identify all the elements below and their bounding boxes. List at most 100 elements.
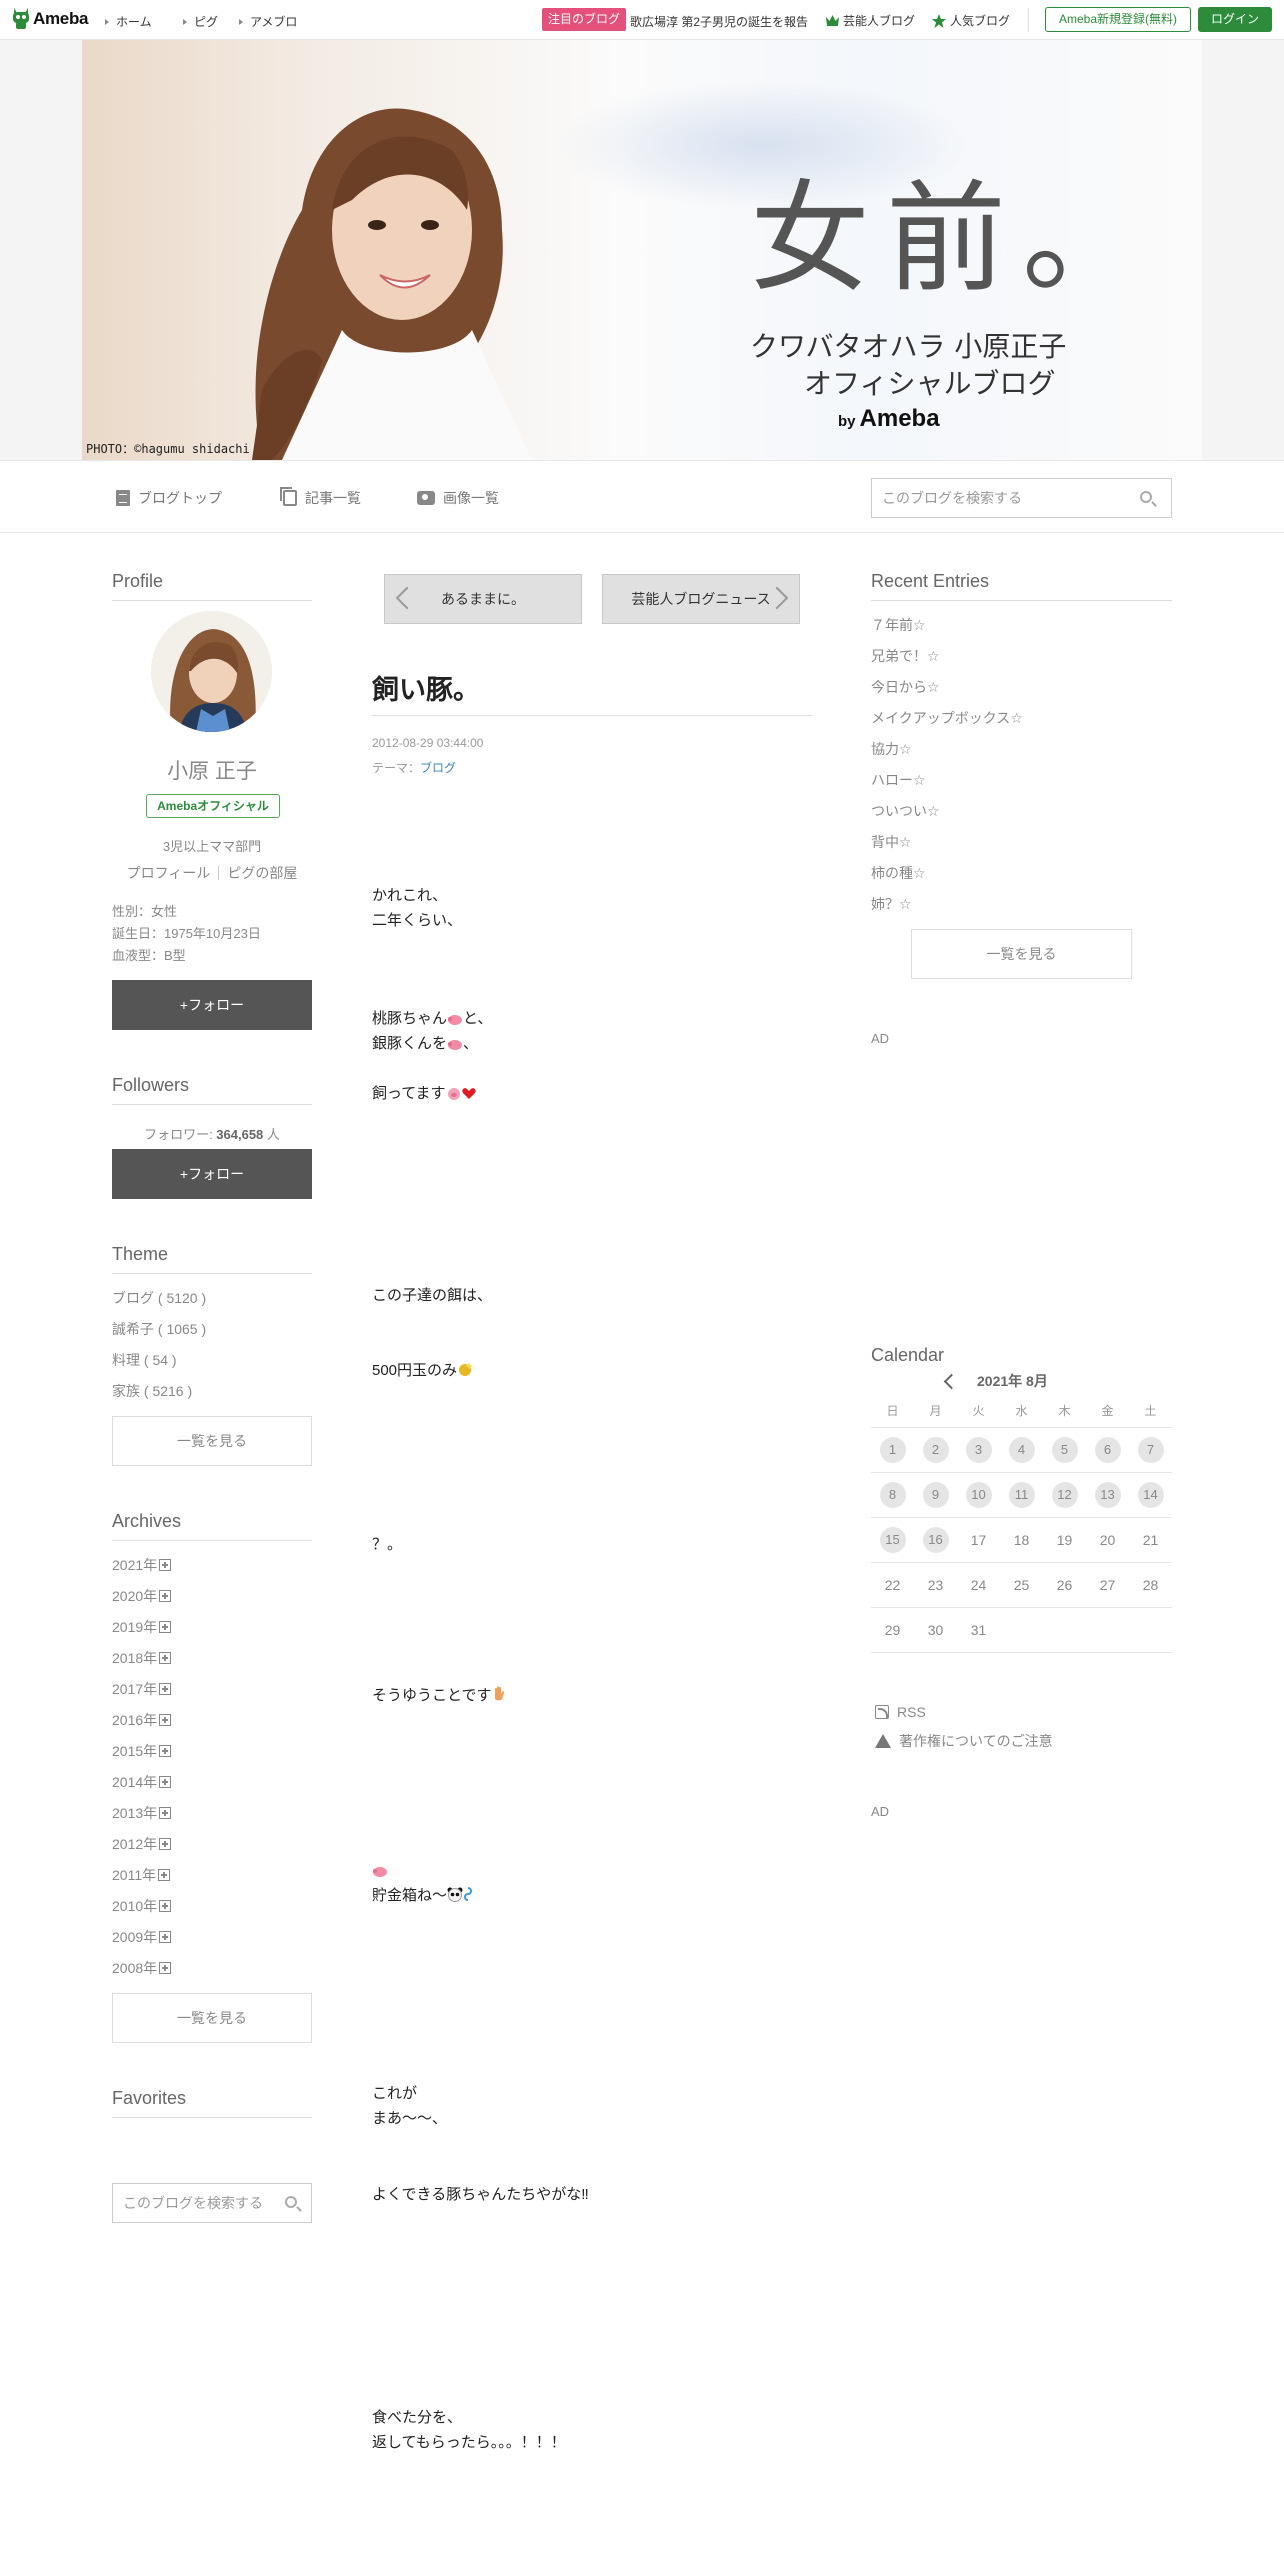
- expand-icon[interactable]: [159, 1931, 172, 1943]
- expand-icon[interactable]: [159, 1590, 172, 1602]
- calendar-day[interactable]: 12: [1043, 1482, 1086, 1508]
- expand-icon[interactable]: [159, 1621, 172, 1633]
- archive-year[interactable]: 2019年: [112, 1617, 172, 1637]
- rss-link[interactable]: RSS: [875, 1704, 926, 1720]
- follower-count[interactable]: フォロワー: 364,658 人: [112, 1124, 312, 1143]
- archive-year[interactable]: 2012年: [112, 1834, 172, 1854]
- profile-link[interactable]: プロフィール: [127, 865, 211, 881]
- calendar-day[interactable]: 2: [914, 1437, 957, 1463]
- calendar-day[interactable]: 14: [1129, 1482, 1172, 1508]
- theme-item[interactable]: 料理 ( 54 ): [112, 1350, 177, 1370]
- profile-name[interactable]: 小原 正子: [112, 755, 312, 785]
- archive-year[interactable]: 2017年: [112, 1679, 172, 1699]
- calendar-day[interactable]: 17: [957, 1532, 1000, 1548]
- recent-more-button[interactable]: 一覧を見る: [911, 929, 1132, 979]
- archive-year[interactable]: 2009年: [112, 1927, 172, 1947]
- theme-link[interactable]: ブログ: [420, 761, 456, 775]
- expand-icon[interactable]: [159, 1714, 172, 1726]
- recent-entry-link[interactable]: ７年前☆: [871, 615, 926, 635]
- entry-title[interactable]: 飼い豚。: [372, 668, 480, 707]
- expand-icon[interactable]: [159, 1776, 172, 1788]
- sidebar-search-input[interactable]: [123, 2184, 282, 2222]
- theme-item[interactable]: 家族 ( 5216 ): [112, 1381, 192, 1401]
- expand-icon[interactable]: [159, 1559, 172, 1571]
- expand-icon[interactable]: [159, 1900, 172, 1912]
- search-icon[interactable]: [285, 2196, 297, 2208]
- archive-year[interactable]: 2011年: [112, 1865, 171, 1885]
- recent-entry-link[interactable]: ハロー☆: [871, 770, 926, 790]
- expand-icon[interactable]: [159, 1838, 172, 1850]
- calendar-day[interactable]: 4: [1000, 1437, 1043, 1463]
- archive-year[interactable]: 2018年: [112, 1648, 172, 1668]
- next-entry-button[interactable]: 芸能人ブログニュース: [602, 574, 800, 624]
- nav-home[interactable]: ホーム: [105, 13, 152, 30]
- calendar-day[interactable]: 7: [1129, 1437, 1172, 1463]
- ameba-logo[interactable]: Ameba: [12, 8, 88, 30]
- popular-blog-link[interactable]: 人気ブログ: [932, 12, 1010, 29]
- nav-ameblo[interactable]: アメブロ: [239, 13, 297, 30]
- calendar-day[interactable]: 11: [1000, 1482, 1043, 1508]
- follow-button-2[interactable]: +フォロー: [112, 1149, 312, 1199]
- nav-pigg[interactable]: ピグ: [183, 13, 218, 30]
- expand-icon[interactable]: [159, 1652, 172, 1664]
- expand-icon[interactable]: [158, 1869, 171, 1881]
- follow-button[interactable]: +フォロー: [112, 980, 312, 1030]
- calendar-day[interactable]: 8: [871, 1482, 914, 1508]
- search-icon[interactable]: [1140, 491, 1152, 503]
- recent-entry-link[interactable]: 柿の種☆: [871, 863, 926, 883]
- recent-entry-link[interactable]: 姉？☆: [871, 894, 912, 914]
- calendar-day[interactable]: 27: [1086, 1577, 1129, 1593]
- recent-entry-link[interactable]: 今日から☆: [871, 677, 940, 697]
- recent-entry-link[interactable]: メイクアップボックス☆: [871, 708, 1023, 728]
- blog-header-banner[interactable]: 女前。 クワバタオハラ 小原正子 オフィシャルブログ by Ameba PHOTO…: [0, 40, 1284, 460]
- calendar-day[interactable]: 20: [1086, 1532, 1129, 1548]
- register-button[interactable]: Ameba新規登録(無料): [1045, 7, 1191, 32]
- archive-year[interactable]: 2021年: [112, 1555, 172, 1575]
- calendar-day[interactable]: 24: [957, 1577, 1000, 1593]
- profile-category[interactable]: 3児以上ママ部門: [112, 836, 312, 855]
- calendar-day[interactable]: 31: [957, 1622, 1000, 1638]
- recent-entry-link[interactable]: 兄弟で！☆: [871, 646, 940, 666]
- login-button[interactable]: ログイン: [1198, 7, 1272, 32]
- calendar-day[interactable]: 3: [957, 1437, 1000, 1463]
- calendar-day[interactable]: 21: [1129, 1532, 1172, 1548]
- pickup-headline-link[interactable]: 歌広場淳 第2子男児の誕生を報告: [630, 13, 808, 30]
- calendar-day[interactable]: 29: [871, 1622, 914, 1638]
- avatar[interactable]: [151, 611, 272, 732]
- entry-list-link[interactable]: 記事一覧: [280, 487, 361, 508]
- archive-year[interactable]: 2013年: [112, 1803, 172, 1823]
- calendar-day[interactable]: 5: [1043, 1437, 1086, 1463]
- blog-search-input[interactable]: [882, 479, 1122, 517]
- theme-item[interactable]: ブログ ( 5120 ): [112, 1288, 206, 1308]
- theme-more-button[interactable]: 一覧を見る: [112, 1416, 312, 1466]
- calendar-day[interactable]: 19: [1043, 1532, 1086, 1548]
- calendar-day[interactable]: 13: [1086, 1482, 1129, 1508]
- calendar-day[interactable]: 22: [871, 1577, 914, 1593]
- calendar-day[interactable]: 23: [914, 1577, 957, 1593]
- archive-year[interactable]: 2010年: [112, 1896, 172, 1916]
- expand-icon[interactable]: [159, 1745, 172, 1757]
- expand-icon[interactable]: [159, 1683, 172, 1695]
- expand-icon[interactable]: [159, 1962, 172, 1974]
- prev-entry-button[interactable]: あるままに。: [384, 574, 582, 624]
- calendar-day[interactable]: 9: [914, 1482, 957, 1508]
- calendar-day[interactable]: 18: [1000, 1532, 1043, 1548]
- calendar-day[interactable]: 10: [957, 1482, 1000, 1508]
- recent-entry-link[interactable]: 協力☆: [871, 739, 912, 759]
- chevron-left-icon[interactable]: [943, 1373, 960, 1389]
- archives-more-button[interactable]: 一覧を見る: [112, 1993, 312, 2043]
- calendar-day[interactable]: 15: [871, 1527, 914, 1553]
- calendar-day[interactable]: 25: [1000, 1577, 1043, 1593]
- archive-year[interactable]: 2020年: [112, 1586, 172, 1606]
- archive-year[interactable]: 2015年: [112, 1741, 172, 1761]
- blog-top-link[interactable]: ブログトップ: [116, 488, 222, 508]
- theme-item[interactable]: 誠希子 ( 1065 ): [112, 1319, 206, 1339]
- recent-entry-link[interactable]: 背中☆: [871, 832, 912, 852]
- calendar-day[interactable]: 26: [1043, 1577, 1086, 1593]
- calendar-day[interactable]: 16: [914, 1527, 957, 1553]
- recent-entry-link[interactable]: ついつい☆: [871, 801, 940, 821]
- calendar-day[interactable]: 1: [871, 1437, 914, 1463]
- calendar-day[interactable]: 30: [914, 1622, 957, 1638]
- expand-icon[interactable]: [159, 1807, 172, 1819]
- image-list-link[interactable]: 画像一覧: [417, 488, 499, 508]
